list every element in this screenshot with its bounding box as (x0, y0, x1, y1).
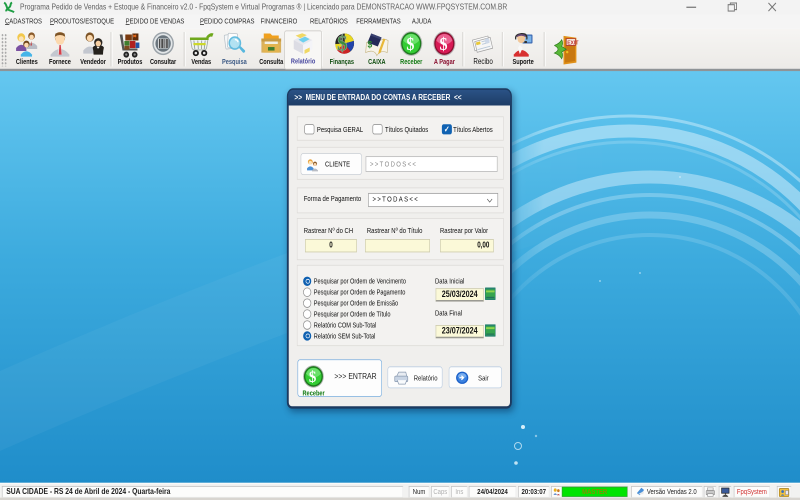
svg-text:$: $ (337, 31, 348, 56)
svg-text:$: $ (309, 368, 317, 386)
svg-text:$: $ (368, 39, 373, 49)
svg-text:$: $ (439, 34, 447, 54)
svg-text:$: $ (406, 34, 414, 54)
svg-text:EXIT: EXIT (567, 40, 579, 46)
